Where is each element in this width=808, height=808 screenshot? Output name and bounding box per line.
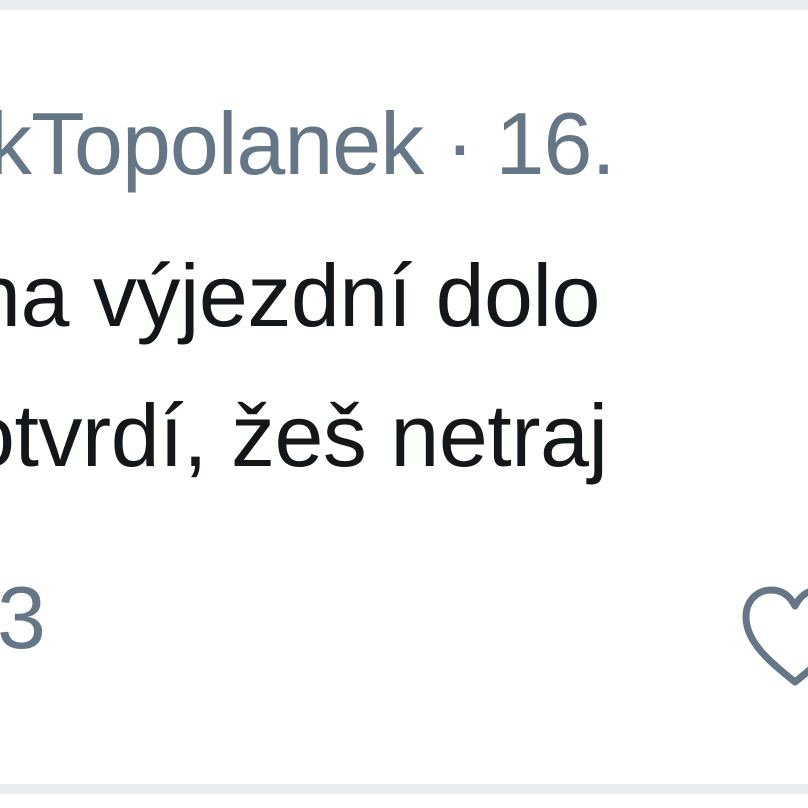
- card-bottom-margin: [0, 794, 808, 808]
- tweet-text-line-1: na výjezdní dolo: [0, 246, 600, 345]
- card-bottom-border: [0, 784, 808, 794]
- author-handle[interactable]: kTopolanek: [0, 94, 424, 193]
- tweet-date[interactable]: 16.: [496, 94, 616, 193]
- tweet-header: kTopolanek · 16.: [0, 94, 616, 194]
- heart-outline-icon[interactable]: [740, 584, 808, 688]
- tweet-text-line-2: otvrdí, žeš netraj: [0, 386, 608, 485]
- tweet-card[interactable]: kTopolanek · 16. na výjezdní dolo otvrdí, …: [0, 0, 808, 808]
- card-top-border: [0, 0, 808, 10]
- reply-count[interactable]: 93: [0, 568, 46, 668]
- header-separator: ·: [445, 94, 474, 193]
